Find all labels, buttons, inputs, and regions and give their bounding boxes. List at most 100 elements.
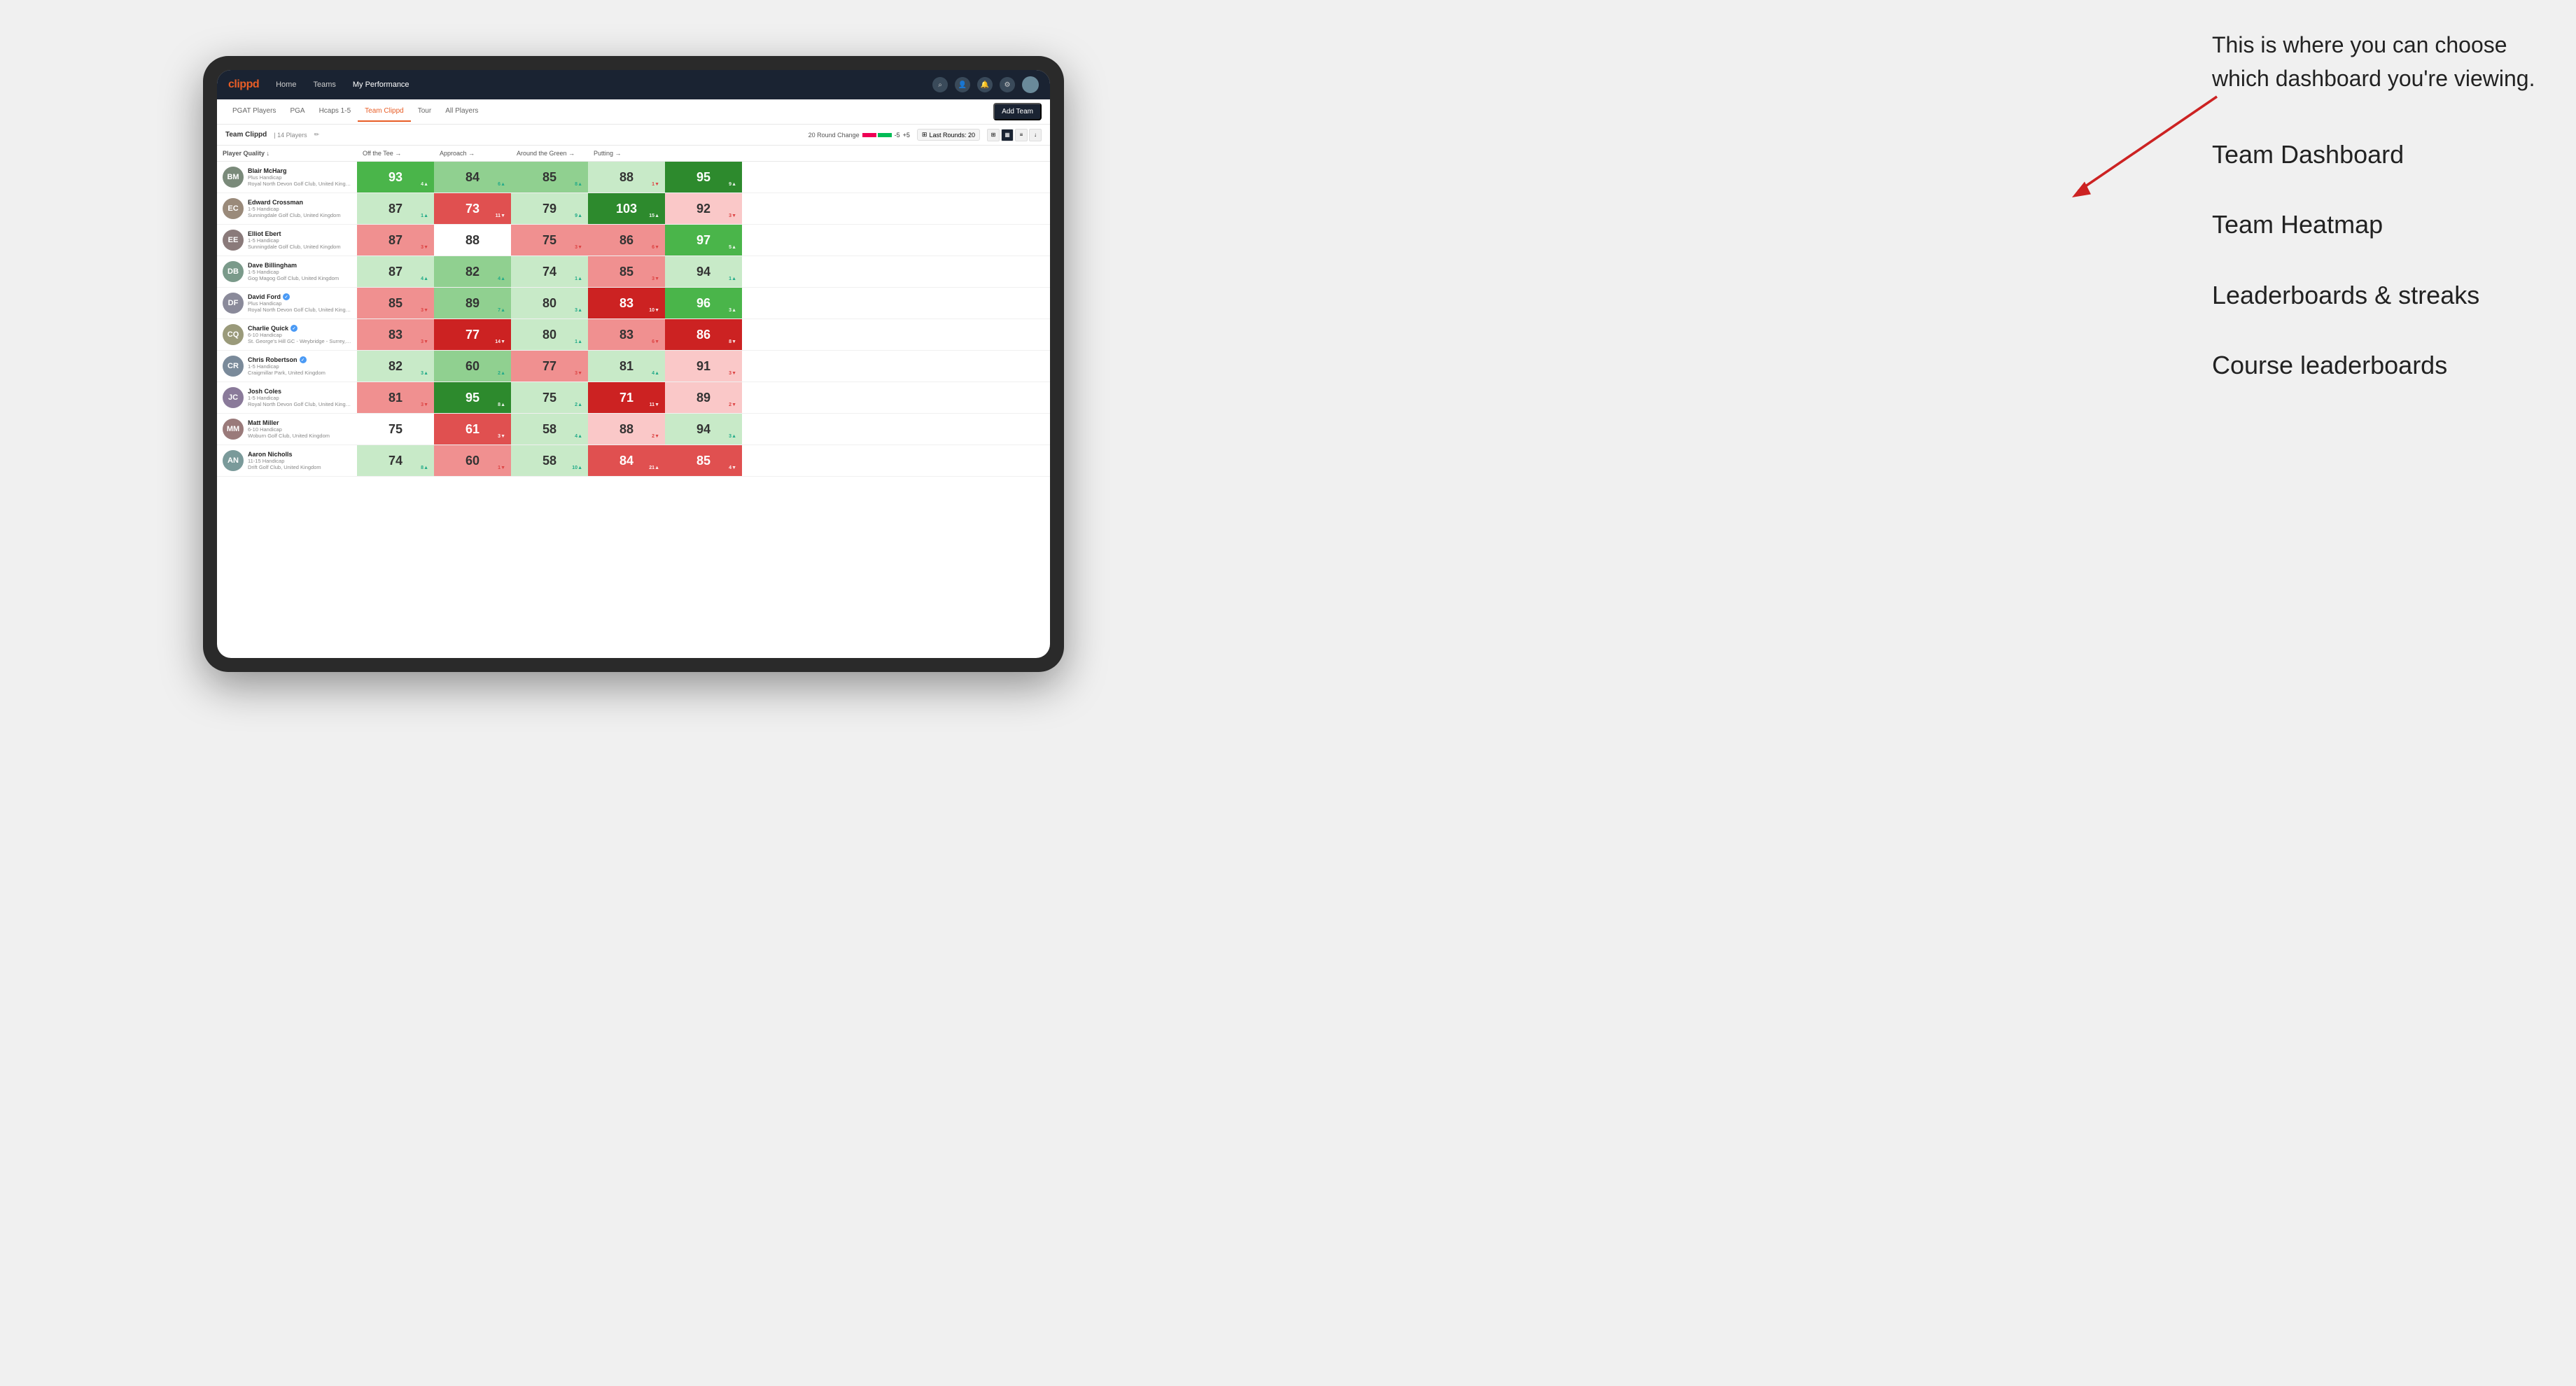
player-club: Gog Magog Golf Club, United Kingdom xyxy=(248,275,351,281)
stat-cell-4: 892▼ xyxy=(665,382,742,413)
change-arrow: 6▲ xyxy=(498,182,505,187)
stat-cell-2: 773▼ xyxy=(511,351,588,382)
table-row[interactable]: MMMatt Miller6-10 HandicapWoburn Golf Cl… xyxy=(217,414,1050,445)
search-icon[interactable]: ⌕ xyxy=(932,77,948,92)
change-arrow: 3▼ xyxy=(575,371,582,376)
notification-icon[interactable]: 🔔 xyxy=(977,77,993,92)
stat-value: 80 xyxy=(542,296,556,311)
player-table: Player Quality ↓ Off the Tee → Approach … xyxy=(217,146,1050,658)
stat-change: 6▼ xyxy=(652,245,659,250)
player-details: Edward Crossman1-5 HandicapSunningdale G… xyxy=(248,199,351,218)
tab-tour[interactable]: Tour xyxy=(411,102,438,122)
stat-cell-4: 975▲ xyxy=(665,225,742,255)
annotation-item-2: Leaderboards & streaks xyxy=(2212,278,2562,313)
nav-link-my-performance[interactable]: My Performance xyxy=(350,79,412,90)
verified-badge: ✓ xyxy=(290,325,298,332)
navbar: clippd Home Teams My Performance ⌕ 👤 🔔 ⚙ xyxy=(217,70,1050,99)
tablet-frame: clippd Home Teams My Performance ⌕ 👤 🔔 ⚙… xyxy=(203,56,1064,672)
stat-change: 3▲ xyxy=(729,434,736,439)
table-row[interactable]: EEElliot Ebert1-5 HandicapSunningdale Go… xyxy=(217,225,1050,256)
player-handicap: 11-15 Handicap xyxy=(248,458,351,464)
last-rounds-button[interactable]: ⊞ Last Rounds: 20 xyxy=(917,129,980,141)
positive-bar xyxy=(878,133,892,137)
stat-cell-1: 88 xyxy=(434,225,511,255)
change-arrow: 11▼ xyxy=(650,402,659,407)
stat-value: 87 xyxy=(388,202,402,216)
player-handicap: 1-5 Handicap xyxy=(248,206,351,212)
tab-pga[interactable]: PGA xyxy=(283,102,312,122)
verified-badge: ✓ xyxy=(300,356,307,363)
team-header-bar: Team Clippd | 14 Players ✏ 20 Round Chan… xyxy=(217,125,1050,146)
stat-change: 1▲ xyxy=(575,276,582,281)
edit-icon[interactable]: ✏ xyxy=(314,131,320,139)
change-arrow: 1▲ xyxy=(575,276,582,281)
heatmap-view-button[interactable]: ▦ xyxy=(1001,129,1014,141)
player-club: Drift Golf Club, United Kingdom xyxy=(248,464,351,470)
stat-value: 74 xyxy=(542,265,556,279)
stat-value: 58 xyxy=(542,454,556,468)
tablet-inner: clippd Home Teams My Performance ⌕ 👤 🔔 ⚙… xyxy=(217,70,1050,658)
stat-value: 85 xyxy=(620,265,634,279)
stat-value: 95 xyxy=(696,170,710,185)
stat-value: 58 xyxy=(542,422,556,437)
table-row[interactable]: CQCharlie Quick✓6-10 HandicapSt. George'… xyxy=(217,319,1050,351)
stat-change: 9▲ xyxy=(729,182,736,187)
player-details: Josh Coles1-5 HandicapRoyal North Devon … xyxy=(248,388,351,407)
stat-value: 97 xyxy=(696,233,710,248)
change-arrow: 15▲ xyxy=(649,214,659,218)
stat-change: 3▼ xyxy=(421,402,428,407)
player-info-cell: ECEdward Crossman1-5 HandicapSunningdale… xyxy=(217,194,357,223)
stat-change: 8▲ xyxy=(421,465,428,470)
nav-link-teams[interactable]: Teams xyxy=(310,79,338,90)
change-neg: -5 xyxy=(895,132,900,139)
stat-cell-3: 7111▼ xyxy=(588,382,665,413)
tab-pgat-players[interactable]: PGAT Players xyxy=(225,102,283,122)
list-view-button[interactable]: ≡ xyxy=(1015,129,1028,141)
change-arrow: 4▲ xyxy=(652,371,659,376)
stat-cell-0: 873▼ xyxy=(357,225,434,255)
stat-value: 93 xyxy=(388,170,402,185)
add-team-button[interactable]: Add Team xyxy=(993,103,1042,120)
stat-value: 80 xyxy=(542,328,556,342)
stat-cell-4: 94 3▲ xyxy=(665,414,742,444)
table-row[interactable]: CRChris Robertson✓1-5 HandicapCraigmilla… xyxy=(217,351,1050,382)
stat-value: 87 xyxy=(388,265,402,279)
col-off-tee: Off the Tee → xyxy=(357,146,434,161)
profile-icon[interactable]: 👤 xyxy=(955,77,970,92)
change-arrow: 10▼ xyxy=(649,308,659,313)
stat-value: 75 xyxy=(542,233,556,248)
stat-cell-3: 882▼ xyxy=(588,414,665,444)
stat-cell-2: 799▲ xyxy=(511,193,588,224)
player-details: Charlie Quick✓6-10 HandicapSt. George's … xyxy=(248,325,351,344)
verified-badge: ✓ xyxy=(283,293,290,300)
grid-view-button[interactable]: ⊞ xyxy=(987,129,1000,141)
stat-value: 60 xyxy=(465,454,479,468)
table-row[interactable]: BMBlair McHargPlus HandicapRoyal North D… xyxy=(217,162,1050,193)
stat-value: 85 xyxy=(542,170,556,185)
table-row[interactable]: DFDavid Ford✓Plus HandicapRoyal North De… xyxy=(217,288,1050,319)
table-row[interactable]: JCJosh Coles1-5 HandicapRoyal North Devo… xyxy=(217,382,1050,414)
nav-link-home[interactable]: Home xyxy=(273,79,299,90)
change-arrow: 11▼ xyxy=(496,214,505,218)
subnav-tabs: PGAT Players PGA Hcaps 1-5 Team Clippd T… xyxy=(225,102,993,122)
change-arrow: 8▼ xyxy=(729,340,736,344)
table-row[interactable]: ECEdward Crossman1-5 HandicapSunningdale… xyxy=(217,193,1050,225)
player-name: Dave Billingham xyxy=(248,262,351,269)
table-row[interactable]: DBDave Billingham1-5 HandicapGog Magog G… xyxy=(217,256,1050,288)
tab-team-clippd[interactable]: Team Clippd xyxy=(358,102,411,122)
stat-value: 85 xyxy=(388,296,402,311)
user-avatar[interactable] xyxy=(1022,76,1039,93)
change-arrow: 10▲ xyxy=(572,465,582,470)
table-row[interactable]: ANAaron Nicholls11-15 HandicapDrift Golf… xyxy=(217,445,1050,477)
export-button[interactable]: ↓ xyxy=(1029,129,1042,141)
stat-value: 75 xyxy=(388,422,402,437)
player-handicap: 1-5 Handicap xyxy=(248,395,351,401)
tab-all-players[interactable]: All Players xyxy=(438,102,485,122)
stat-change: 4▼ xyxy=(729,465,736,470)
stat-change: 3▼ xyxy=(498,434,505,439)
tab-hcaps[interactable]: Hcaps 1-5 xyxy=(312,102,358,122)
stat-value: 83 xyxy=(388,328,402,342)
stat-value: 94 xyxy=(696,422,710,437)
settings-icon[interactable]: ⚙ xyxy=(1000,77,1015,92)
stat-cell-0: 813▼ xyxy=(357,382,434,413)
